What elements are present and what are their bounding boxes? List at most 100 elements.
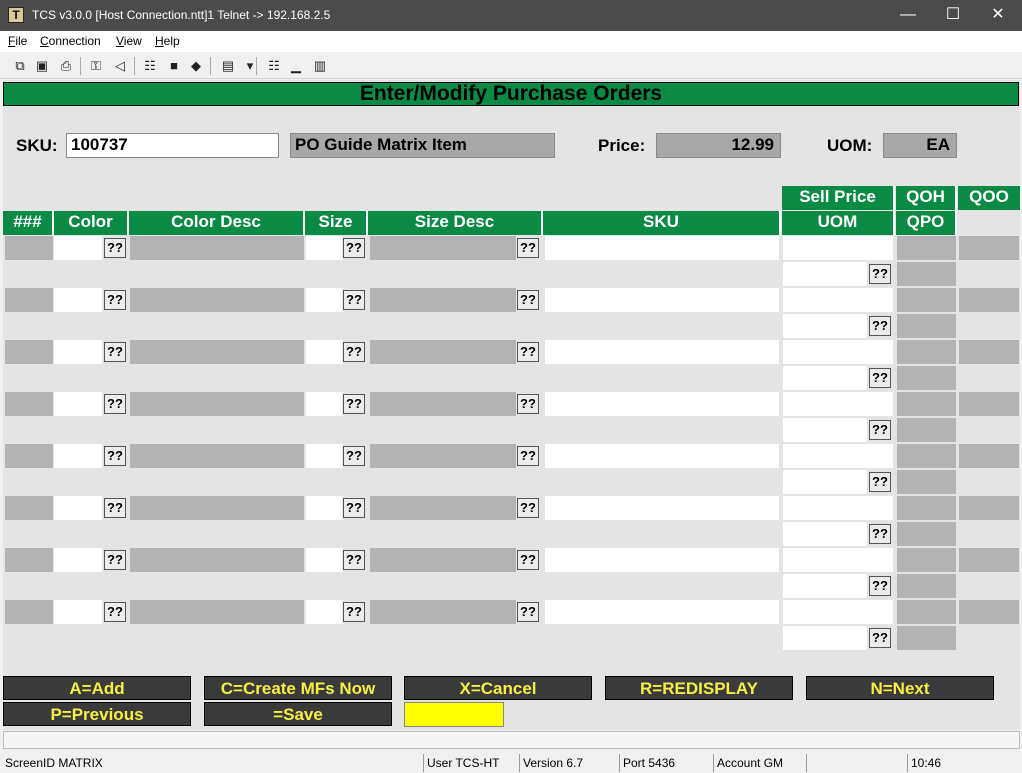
command-input[interactable] (404, 702, 504, 727)
size-desc-lookup-button[interactable]: ?? (517, 342, 539, 362)
sell-price-input[interactable] (783, 288, 893, 312)
color-lookup-button[interactable]: ?? (104, 342, 126, 362)
color-input[interactable] (54, 444, 102, 468)
size-input[interactable] (306, 496, 342, 520)
color-input[interactable] (54, 548, 102, 572)
copy-icon[interactable]: ⧉ (10, 56, 30, 76)
create-mfs-button[interactable]: C=Create MFs Now (204, 676, 392, 700)
save-button[interactable]: =Save (204, 702, 392, 726)
minimize-button[interactable]: — (885, 0, 931, 31)
size-desc-lookup-button[interactable]: ?? (517, 290, 539, 310)
uom-input[interactable] (783, 574, 867, 598)
uom-lookup-button[interactable]: ?? (869, 420, 891, 440)
menu-view[interactable]: View (116, 34, 142, 48)
size-input[interactable] (306, 340, 342, 364)
sell-price-input[interactable] (783, 236, 893, 260)
uom-lookup-button[interactable]: ?? (869, 316, 891, 336)
size-input[interactable] (306, 444, 342, 468)
uom-input[interactable] (783, 262, 867, 286)
color-lookup-button[interactable]: ?? (104, 602, 126, 622)
size-desc-lookup-button[interactable]: ?? (517, 238, 539, 258)
uom-input[interactable] (783, 418, 867, 442)
sku-cell[interactable] (545, 340, 779, 364)
color-input[interactable] (54, 600, 102, 624)
monitor-icon[interactable]: ■ (164, 56, 184, 76)
size-desc-lookup-button[interactable]: ?? (517, 446, 539, 466)
size-lookup-button[interactable]: ?? (343, 238, 365, 258)
print-icon[interactable]: ⎙ (56, 56, 76, 76)
book-icon[interactable]: ◆ (186, 56, 206, 76)
sku-cell[interactable] (545, 236, 779, 260)
size-lookup-button[interactable]: ?? (343, 550, 365, 570)
sell-price-input[interactable] (783, 444, 893, 468)
size-desc-lookup-button[interactable]: ?? (517, 394, 539, 414)
color-lookup-button[interactable]: ?? (104, 498, 126, 518)
uom-lookup-button[interactable]: ?? (869, 264, 891, 284)
chart-icon[interactable]: ▁ (286, 56, 306, 76)
lock-icon[interactable]: ⚿ (86, 56, 106, 76)
color-input[interactable] (54, 340, 102, 364)
properties-icon[interactable]: ☷ (140, 56, 160, 76)
uom-input[interactable] (783, 314, 867, 338)
close-button[interactable]: ✕ (975, 0, 1021, 31)
next-button[interactable]: N=Next (806, 676, 994, 700)
size-lookup-button[interactable]: ?? (343, 446, 365, 466)
size-input[interactable] (306, 392, 342, 416)
color-lookup-button[interactable]: ?? (104, 238, 126, 258)
uom-lookup-button[interactable]: ?? (869, 628, 891, 648)
color-input[interactable] (54, 288, 102, 312)
menu-file[interactable]: File (8, 34, 27, 48)
uom-input[interactable] (783, 626, 867, 650)
uom-input[interactable] (783, 470, 867, 494)
size-input[interactable] (306, 236, 342, 260)
sound-icon[interactable]: ◁ (110, 56, 130, 76)
size-desc-lookup-button[interactable]: ?? (517, 602, 539, 622)
uom-lookup-button[interactable]: ?? (869, 576, 891, 596)
sell-price-input[interactable] (783, 600, 893, 624)
sell-price-input[interactable] (783, 340, 893, 364)
sku-cell[interactable] (545, 392, 779, 416)
sku-cell[interactable] (545, 496, 779, 520)
sku-cell[interactable] (545, 600, 779, 624)
save-icon[interactable]: ▣ (32, 56, 52, 76)
paste-icon[interactable]: ▤ (218, 56, 238, 76)
color-lookup-button[interactable]: ?? (104, 550, 126, 570)
cancel-button[interactable]: X=Cancel (404, 676, 592, 700)
dropdown-arrow-icon[interactable]: ▾ (240, 56, 260, 76)
size-lookup-button[interactable]: ?? (343, 602, 365, 622)
maximize-button[interactable]: ☐ (930, 0, 976, 31)
menu-connection[interactable]: Connection (40, 34, 101, 48)
add-button[interactable]: A=Add (3, 676, 191, 700)
redisplay-button[interactable]: R=REDISPLAY (605, 676, 793, 700)
uom-lookup-button[interactable]: ?? (869, 368, 891, 388)
color-lookup-button[interactable]: ?? (104, 446, 126, 466)
uom-input[interactable] (783, 522, 867, 546)
uom-input[interactable] (783, 366, 867, 390)
size-lookup-button[interactable]: ?? (343, 498, 365, 518)
sell-price-input[interactable] (783, 548, 893, 572)
sku-input[interactable]: 100737 (66, 133, 279, 158)
sku-cell[interactable] (545, 444, 779, 468)
sku-cell[interactable] (545, 548, 779, 572)
color-input[interactable] (54, 236, 102, 260)
previous-button[interactable]: P=Previous (3, 702, 191, 726)
sell-price-input[interactable] (783, 496, 893, 520)
calculator-icon[interactable]: ▥ (310, 56, 330, 76)
color-input[interactable] (54, 392, 102, 416)
color-lookup-button[interactable]: ?? (104, 394, 126, 414)
network-icon[interactable]: ☷ (264, 56, 284, 76)
size-input[interactable] (306, 548, 342, 572)
menu-help[interactable]: Help (155, 34, 180, 48)
size-lookup-button[interactable]: ?? (343, 394, 365, 414)
uom-lookup-button[interactable]: ?? (869, 524, 891, 544)
color-lookup-button[interactable]: ?? (104, 290, 126, 310)
uom-lookup-button[interactable]: ?? (869, 472, 891, 492)
size-input[interactable] (306, 600, 342, 624)
size-lookup-button[interactable]: ?? (343, 290, 365, 310)
color-input[interactable] (54, 496, 102, 520)
size-input[interactable] (306, 288, 342, 312)
size-lookup-button[interactable]: ?? (343, 342, 365, 362)
sku-cell[interactable] (545, 288, 779, 312)
size-desc-lookup-button[interactable]: ?? (517, 550, 539, 570)
sell-price-input[interactable] (783, 392, 893, 416)
